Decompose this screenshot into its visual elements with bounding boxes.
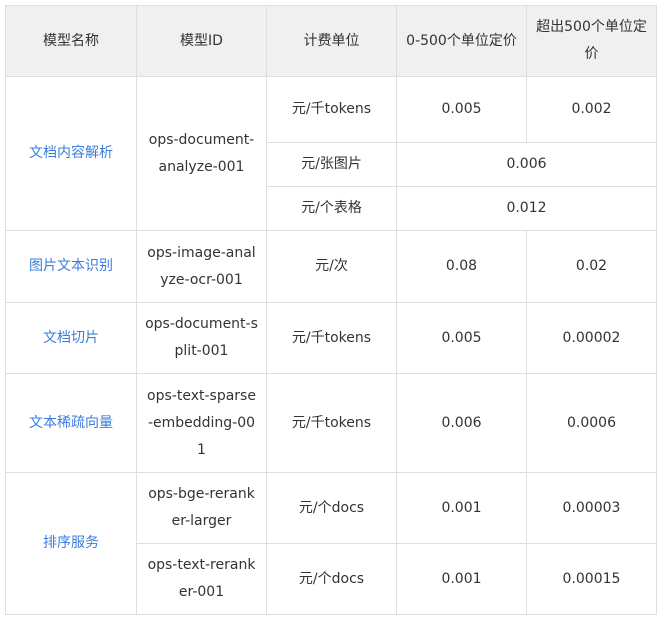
model-id: ops-image-analyze-ocr-001 <box>136 230 267 303</box>
model-name-link[interactable]: 文本稀疏向量 <box>5 373 137 473</box>
billing-unit: 元/千tokens <box>266 76 397 143</box>
header-model-id: 模型ID <box>136 5 267 77</box>
pricing-table: 模型名称 模型ID 计费单位 0-500个单位定价 超出500个单位定价 文档内… <box>5 5 657 615</box>
billing-unit: 元/个docs <box>266 543 397 615</box>
price-0-500: 0.001 <box>396 472 527 544</box>
billing-unit: 元/千tokens <box>266 302 397 374</box>
header-price-over-500: 超出500个单位定价 <box>526 5 657 77</box>
model-id: ops-text-reranker-001 <box>136 543 267 615</box>
price-over-500: 0.02 <box>526 230 657 303</box>
header-billing-unit: 计费单位 <box>266 5 397 77</box>
model-id: ops-document-split-001 <box>136 302 267 374</box>
billing-unit: 元/千tokens <box>266 373 397 473</box>
price-0-500: 0.08 <box>396 230 527 303</box>
billing-unit: 元/个docs <box>266 472 397 544</box>
price-0-500: 0.005 <box>396 302 527 374</box>
header-price-0-500: 0-500个单位定价 <box>396 5 527 77</box>
price-over-500: 0.0006 <box>526 373 657 473</box>
price-0-500: 0.006 <box>396 373 527 473</box>
table-row: 图片文本识别 ops-image-analyze-ocr-001 元/次 0.0… <box>5 230 657 303</box>
price-0-500: 0.005 <box>396 76 527 143</box>
price-over-500: 0.002 <box>526 76 657 143</box>
table-row: 文档内容解析 ops-document-analyze-001 元/千token… <box>5 76 657 231</box>
billing-unit: 元/张图片 <box>266 142 397 187</box>
model-id: ops-document-analyze-001 <box>136 76 267 231</box>
billing-unit: 元/个表格 <box>266 186 397 231</box>
table-row: 排序服务 ops-bge-reranker-larger 元/个docs 0.0… <box>5 472 657 615</box>
price-over-500: 0.00002 <box>526 302 657 374</box>
table-row: 文档切片 ops-document-split-001 元/千tokens 0.… <box>5 302 657 374</box>
header-row: 模型名称 模型ID 计费单位 0-500个单位定价 超出500个单位定价 <box>5 5 657 77</box>
price-merged: 0.006 <box>396 142 657 187</box>
model-name-link[interactable]: 图片文本识别 <box>5 230 137 303</box>
table-row: 文本稀疏向量 ops-text-sparse-embedding-001 元/千… <box>5 373 657 473</box>
model-name-link[interactable]: 文档内容解析 <box>5 76 137 231</box>
model-id: ops-text-sparse-embedding-001 <box>136 373 267 473</box>
model-name-link[interactable]: 排序服务 <box>5 472 137 615</box>
price-over-500: 0.00015 <box>526 543 657 615</box>
price-0-500: 0.001 <box>396 543 527 615</box>
billing-unit: 元/次 <box>266 230 397 303</box>
price-over-500: 0.00003 <box>526 472 657 544</box>
price-merged: 0.012 <box>396 186 657 231</box>
header-model-name: 模型名称 <box>5 5 137 77</box>
model-id: ops-bge-reranker-larger <box>136 472 267 544</box>
model-name-link[interactable]: 文档切片 <box>5 302 137 374</box>
